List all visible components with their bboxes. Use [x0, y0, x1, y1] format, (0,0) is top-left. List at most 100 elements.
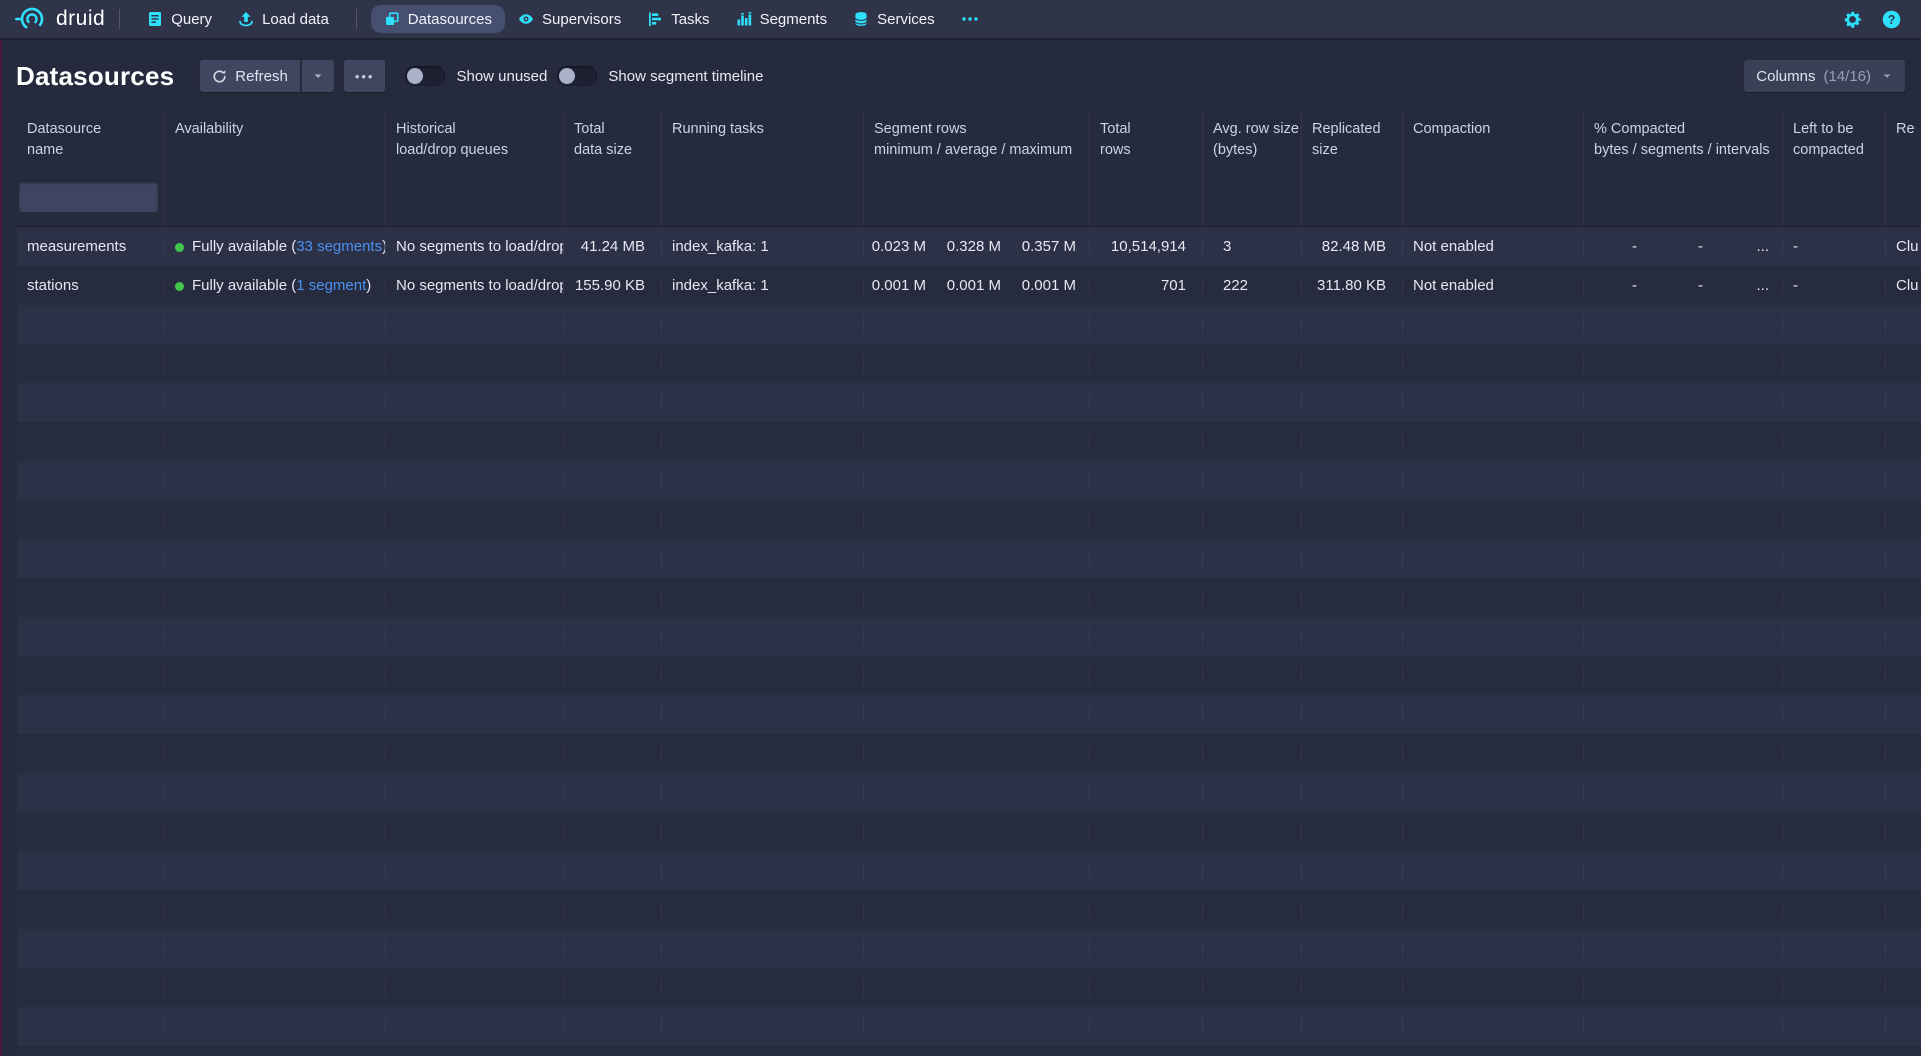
settings-gear-icon[interactable]	[1843, 10, 1862, 29]
cell-load-drop-queues	[386, 667, 564, 684]
column-header-load-drop-queues[interactable]: Historicalload/drop queues	[386, 110, 564, 168]
brand[interactable]: druid	[14, 6, 105, 32]
nav-item-load-data[interactable]: Load data	[225, 5, 342, 33]
nav-item-supervisors[interactable]: Supervisors	[505, 5, 634, 33]
nav-item-more[interactable]	[948, 5, 992, 33]
table-row-empty	[17, 383, 1921, 422]
refresh-dropdown-button[interactable]	[302, 60, 334, 92]
cell-avg-row-size	[1203, 667, 1302, 684]
cell-running-tasks	[662, 823, 864, 840]
table-row-empty	[17, 539, 1921, 578]
column-header-retention[interactable]: Re	[1886, 110, 1921, 168]
table-row-stations[interactable]: stationsFully available (1 segment)No se…	[17, 266, 1921, 305]
cell-availability	[165, 1018, 386, 1035]
column-header-compaction[interactable]: Compaction	[1403, 110, 1584, 168]
cell-total-data-size	[564, 823, 662, 840]
cell-availability	[165, 394, 386, 411]
cell-availability	[165, 168, 386, 226]
cell-avg-row-size	[1203, 901, 1302, 918]
column-header-running-tasks[interactable]: Running tasks	[662, 110, 864, 168]
header-line2: size	[1312, 140, 1392, 161]
cell-segment-rows	[864, 168, 1090, 226]
cell-replicated-size	[1302, 628, 1403, 645]
cell-pct-compacted	[1584, 168, 1783, 226]
refresh-button[interactable]: Refresh	[200, 60, 300, 92]
cell-availability	[165, 667, 386, 684]
cell-avg-row-size	[1203, 745, 1302, 762]
column-header-total-data-size[interactable]: Totaldata size	[564, 110, 662, 168]
cell-total-data-size	[564, 979, 662, 996]
segments-link[interactable]: 1 segment	[296, 277, 366, 294]
cell-total-rows	[1090, 316, 1203, 333]
left-edge-accent	[0, 40, 2, 1056]
column-header-avg-row-size[interactable]: Avg. row size(bytes)	[1203, 110, 1302, 168]
cell-availability	[165, 901, 386, 918]
cell-retention	[1886, 511, 1921, 528]
cell-segment-rows	[864, 979, 1090, 996]
cell-load-drop-queues	[386, 511, 564, 528]
cell-retention	[1886, 940, 1921, 957]
header-line1: Avg. row size	[1213, 119, 1291, 140]
column-header-pct-compacted[interactable]: % Compactedbytes / segments / intervals	[1584, 110, 1783, 168]
cell-retention	[1886, 706, 1921, 723]
cell-segment-rows	[864, 1018, 1090, 1035]
cell-avg-row-size	[1203, 628, 1302, 645]
cell-replicated-size	[1302, 1018, 1403, 1035]
cell-avg-row-size	[1203, 433, 1302, 450]
toggle-label: Show unused	[456, 68, 547, 85]
table-row-empty	[17, 968, 1921, 1007]
cell-total-rows	[1090, 394, 1203, 411]
column-header-left-to-be-compacted[interactable]: Left to becompacted	[1783, 110, 1886, 168]
sub-value: 0.001 M	[939, 277, 1014, 294]
cell-left-to-be-compacted	[1783, 355, 1886, 372]
toggle-track[interactable]	[557, 66, 597, 86]
cell-segment-rows	[864, 628, 1090, 645]
datasource-name-filter-input[interactable]	[19, 182, 158, 212]
cell-datasource-name	[17, 316, 165, 333]
column-header-replicated-size[interactable]: Replicatedsize	[1302, 110, 1403, 168]
table-row-measurements[interactable]: measurementsFully available (33 segments…	[17, 227, 1921, 266]
cell-segment-rows	[864, 745, 1090, 762]
toggle-track[interactable]	[405, 66, 445, 86]
nav-item-query[interactable]: Query	[134, 5, 225, 33]
refresh-label: Refresh	[235, 68, 288, 85]
toggles: Show unused Show segment timeline	[395, 66, 763, 86]
nav-item-label: Segments	[760, 11, 828, 28]
table-row-empty	[17, 695, 1921, 734]
refresh-icon	[212, 69, 227, 84]
show-unused-toggle[interactable]: Show unused	[405, 66, 547, 86]
columns-button[interactable]: Columns (14/16)	[1744, 60, 1905, 92]
cell-total-rows	[1090, 589, 1203, 606]
cell-total-data-size	[564, 355, 662, 372]
nav-item-tasks[interactable]: Tasks	[634, 5, 722, 33]
cell-load-drop-queues	[386, 589, 564, 606]
nav-divider	[356, 9, 357, 29]
cell-total-data-size	[564, 1018, 662, 1035]
nav-item-datasources[interactable]: Datasources	[371, 5, 505, 33]
cell-running-tasks	[662, 550, 864, 567]
cell-total-rows	[1090, 550, 1203, 567]
nav-item-label: Query	[171, 11, 212, 28]
cell-availability	[165, 433, 386, 450]
nav-item-services[interactable]: Services	[840, 5, 948, 33]
cell-compaction	[1403, 1018, 1584, 1035]
cell-segment-rows	[864, 550, 1090, 567]
nav-item-segments[interactable]: Segments	[723, 5, 841, 33]
cell-replicated-size	[1302, 745, 1403, 762]
column-header-availability[interactable]: Availability	[165, 110, 386, 168]
cell-pct-compacted: --...	[1584, 238, 1783, 255]
column-header-datasource-name[interactable]: Datasourcename	[17, 110, 165, 168]
cell-total-data-size	[564, 168, 662, 226]
more-actions-button[interactable]: •••	[344, 60, 386, 92]
column-header-total-rows[interactable]: Totalrows	[1090, 110, 1203, 168]
header-line2: bytes / segments / intervals	[1594, 140, 1772, 161]
cell-compaction	[1403, 394, 1584, 411]
help-icon[interactable]: ?	[1882, 10, 1901, 29]
show-segment-timeline-toggle[interactable]: Show segment timeline	[557, 66, 763, 86]
cell-total-data-size	[564, 316, 662, 333]
cell-pct-compacted	[1584, 433, 1783, 450]
column-header-segment-rows[interactable]: Segment rowsminimum / average / maximum	[864, 110, 1090, 168]
segments-link[interactable]: 33 segments	[296, 238, 382, 255]
header-line1: Compaction	[1413, 119, 1573, 140]
cell-total-rows	[1090, 1018, 1203, 1035]
